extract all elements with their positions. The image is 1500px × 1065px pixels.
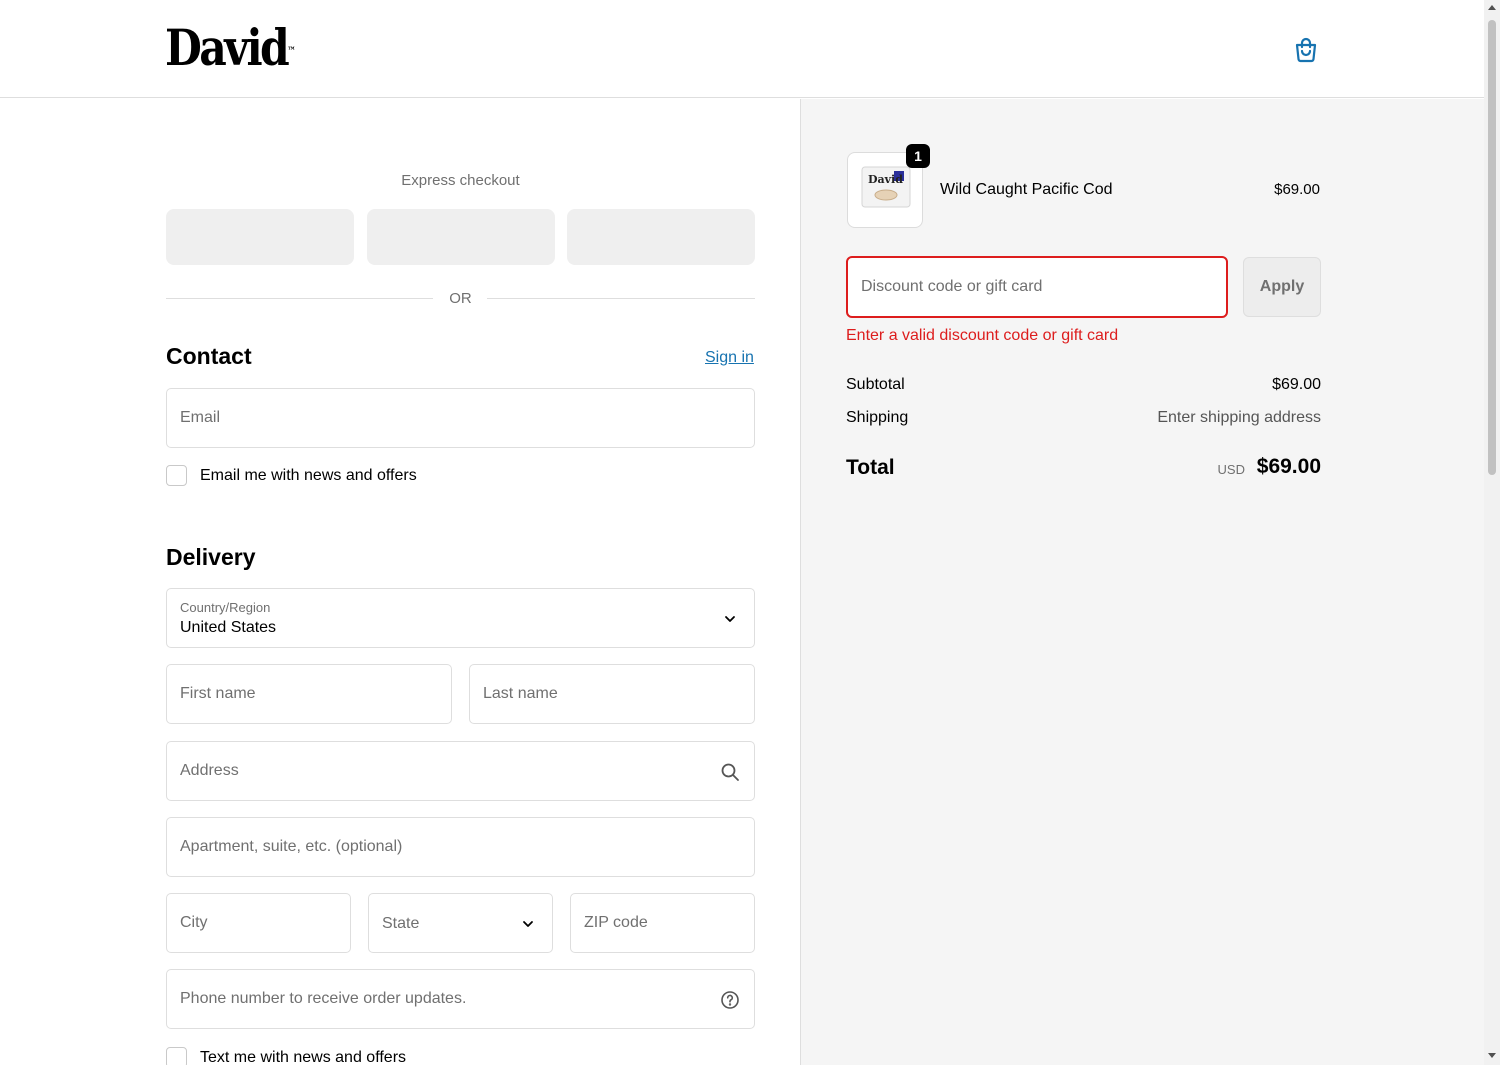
first-name-field[interactable]	[166, 664, 452, 724]
subtotal-label: Subtotal	[846, 376, 905, 393]
apply-button[interactable]: Apply	[1243, 257, 1321, 317]
country-label: Country/Region	[180, 600, 271, 615]
shipping-value: Enter shipping address	[1157, 409, 1321, 426]
shipping-row: Shipping Enter shipping address	[846, 409, 1321, 427]
or-divider: OR	[166, 287, 755, 311]
country-select[interactable]: Country/Region United States	[166, 588, 755, 648]
discount-error-message: Enter a valid discount code or gift card	[846, 327, 1119, 344]
newsletter-checkbox[interactable]	[166, 465, 187, 486]
product-price: $69.00	[1274, 181, 1320, 198]
total-row: Total USD $69.00	[846, 454, 1321, 484]
subtotal-row: Subtotal $69.00	[846, 376, 1321, 394]
scrollbar-thumb[interactable]	[1488, 20, 1496, 475]
shipping-label: Shipping	[846, 409, 909, 426]
delivery-title: Delivery	[166, 544, 256, 570]
product-image-logo: David	[868, 173, 903, 186]
address-input[interactable]	[167, 742, 754, 800]
subtotal-value: $69.00	[1272, 376, 1321, 393]
total-label: Total	[846, 456, 895, 479]
checkout-form: Express checkout OR Contact Sign in Emai…	[0, 99, 800, 1065]
last-name-input[interactable]	[470, 665, 754, 723]
order-summary: David 1 Wild Caught Pacific Cod $69.00 A…	[800, 99, 1484, 1065]
scroll-down-arrow-icon[interactable]	[1488, 1053, 1496, 1058]
contact-title: Contact	[166, 343, 252, 369]
newsletter-label[interactable]: Email me with news and offers	[200, 467, 417, 485]
express-checkout-title: Express checkout	[401, 172, 520, 189]
express-pay-button-1[interactable]	[166, 209, 354, 265]
chevron-down-icon	[523, 921, 533, 927]
phone-input[interactable]	[167, 970, 754, 1028]
brand-logo[interactable]: David™	[165, 18, 296, 78]
country-value: United States	[180, 619, 277, 636]
apartment-input[interactable]	[167, 818, 754, 876]
logo-text: David	[165, 18, 290, 77]
search-icon	[721, 763, 739, 781]
product-thumbnail: David 1	[847, 144, 930, 228]
discount-input[interactable]	[848, 258, 1226, 316]
shopping-bag-icon[interactable]	[1292, 36, 1320, 64]
address-field[interactable]	[166, 741, 755, 801]
logo-trademark: ™	[287, 46, 296, 57]
header: David™	[0, 0, 1484, 98]
total-value: $69.00	[1256, 455, 1321, 478]
first-name-input[interactable]	[167, 665, 451, 723]
express-pay-button-2[interactable]	[367, 209, 555, 265]
sms-label[interactable]: Text me with news and offers	[200, 1049, 406, 1065]
phone-field[interactable]	[166, 969, 755, 1029]
chevron-down-icon	[725, 616, 735, 622]
discount-field[interactable]	[846, 256, 1228, 318]
email-input[interactable]	[167, 389, 754, 447]
page-scrollbar[interactable]	[1484, 0, 1500, 1065]
zip-field[interactable]	[570, 893, 755, 953]
city-field[interactable]	[166, 893, 351, 953]
state-placeholder: State	[382, 915, 420, 932]
express-pay-button-3[interactable]	[567, 209, 755, 265]
quantity-badge: 1	[906, 144, 930, 168]
total-currency: USD	[1217, 462, 1245, 477]
email-field[interactable]	[166, 388, 755, 448]
scroll-up-arrow-icon[interactable]	[1488, 5, 1496, 10]
last-name-field[interactable]	[469, 664, 755, 724]
sms-checkbox[interactable]	[166, 1047, 187, 1065]
product-name: Wild Caught Pacific Cod	[940, 181, 1113, 198]
zip-input[interactable]	[571, 894, 754, 952]
state-select[interactable]: State	[368, 893, 553, 953]
divider-line-right	[487, 298, 755, 299]
apartment-field[interactable]	[166, 817, 755, 877]
sign-in-link[interactable]: Sign in	[705, 349, 754, 367]
help-icon[interactable]	[720, 990, 740, 1010]
city-input[interactable]	[167, 894, 350, 952]
